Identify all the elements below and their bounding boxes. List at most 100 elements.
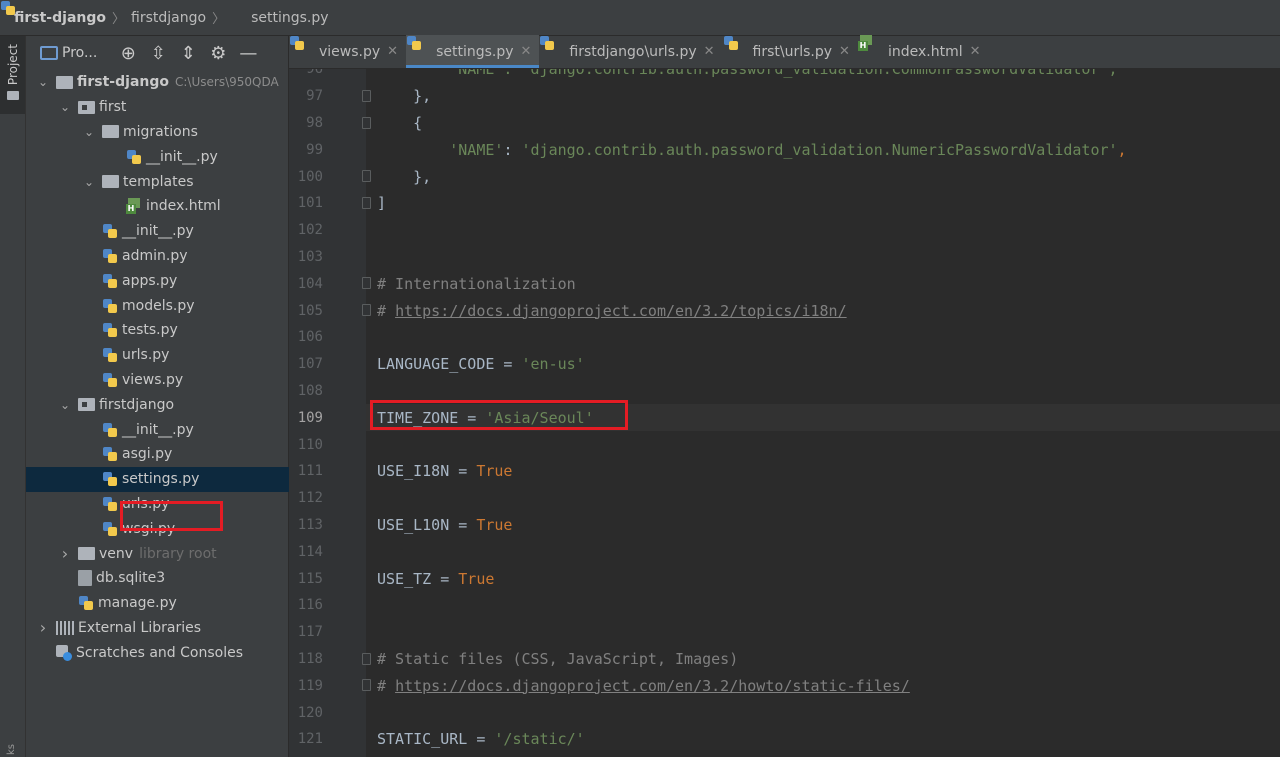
tree-item[interactable]: ⌄ firstdjango	[26, 392, 289, 417]
breadcrumb-file[interactable]: settings.py	[231, 10, 328, 26]
tree-item[interactable]: urls.py	[26, 492, 289, 517]
code-editor[interactable]: 96 'NAME': 'django.contrib.auth.password…	[289, 69, 1280, 757]
editor-tab[interactable]: index.html ✕	[858, 35, 989, 68]
code-token: #	[377, 676, 396, 695]
code-line: 99 'NAME': 'django.contrib.auth.password…	[289, 136, 1280, 163]
tree-item[interactable]: settings.py	[26, 466, 289, 492]
code-line: 107 LANGUAGE_CODE = 'en-us'	[289, 351, 1280, 378]
tree-item[interactable]: models.py	[26, 293, 289, 318]
tree-item[interactable]: ⌄ templates	[26, 169, 289, 194]
code-line: 114	[289, 538, 1280, 565]
chevron-down-icon[interactable]: ⌄	[36, 75, 50, 89]
fold-marker-icon[interactable]	[362, 652, 371, 665]
editor-tab[interactable]: settings.py ✕	[406, 35, 540, 68]
code-token: '/static/'	[494, 730, 585, 749]
tree-item-label: models.py	[122, 297, 195, 314]
python-file-icon	[126, 149, 142, 165]
close-icon[interactable]: ✕	[970, 44, 981, 59]
fold-marker-icon[interactable]	[362, 304, 371, 317]
tree-item[interactable]: index.html	[26, 194, 289, 219]
tree-item[interactable]: asgi.py	[26, 442, 289, 467]
fold-marker-icon[interactable]	[362, 277, 371, 290]
fold-marker-icon[interactable]	[362, 197, 371, 209]
fold-marker-icon[interactable]	[362, 170, 371, 183]
code-text: LANGUAGE_CODE = 'en-us'	[377, 355, 585, 373]
editor-tab[interactable]: firstdjango\urls.py ✕	[539, 35, 722, 68]
tree-item[interactable]: apps.py	[26, 268, 289, 293]
line-number: 114	[297, 543, 323, 560]
editor-tab-label: index.html	[887, 43, 963, 60]
tree-item[interactable]: ⌄ first	[26, 95, 289, 120]
code-token: {	[377, 113, 423, 132]
tree-item[interactable]: urls.py	[26, 343, 289, 368]
code-token: 'NAME': 'django.contrib.auth.password_va…	[377, 69, 1118, 79]
tree-item-hint: C:\Users\950QDA	[175, 75, 279, 90]
tree-item[interactable]: __init__.py	[26, 219, 289, 244]
project-tool-window-tab[interactable]: Project	[0, 36, 25, 114]
tree-item-label: wsgi.py	[122, 520, 176, 537]
tree-item[interactable]: Scratches and Consoles	[26, 640, 289, 665]
code-line: 97 },	[289, 83, 1280, 110]
close-icon[interactable]: ✕	[521, 44, 532, 59]
tree-item-label: __init__.py	[146, 148, 218, 165]
code-token[interactable]: https://docs.djangoproject.com/en/3.2/ho…	[395, 677, 910, 695]
tree-item[interactable]: wsgi.py	[26, 516, 289, 541]
fold-marker-icon[interactable]	[362, 679, 371, 692]
expand-all-icon[interactable]: ⇳	[143, 38, 173, 68]
tree-item[interactable]: › venv library root	[26, 541, 289, 566]
bookmarks-tab-label[interactable]: ks	[6, 744, 17, 755]
breadcrumb-project[interactable]: first-django	[14, 10, 106, 26]
folder-icon	[78, 398, 95, 412]
project-tree: ⌄ first-django C:\Users\950QDA ⌄ first ⌄ migra…	[26, 70, 289, 665]
tree-item-label: db.sqlite3	[96, 570, 166, 587]
folder-icon	[6, 91, 19, 101]
tree-item[interactable]: __init__.py	[26, 144, 289, 169]
code-token: # Internationalization	[377, 274, 576, 293]
chevron-right-icon[interactable]: ›	[36, 618, 50, 637]
gear-icon[interactable]: ⚙	[203, 38, 233, 68]
line-number: 109	[297, 409, 323, 426]
code-line: 118 # Static files (CSS, JavaScript, Imag…	[289, 646, 1280, 673]
chevron-down-icon[interactable]: ⌄	[58, 100, 72, 114]
chevron-down-icon[interactable]: ⌄	[82, 175, 96, 189]
tree-item[interactable]: manage.py	[26, 591, 289, 616]
chevron-right-icon[interactable]: ›	[58, 544, 72, 563]
tree-item[interactable]: ⌄ migrations	[26, 120, 289, 145]
html-file-icon	[868, 44, 884, 60]
line-number: 112	[297, 490, 323, 507]
code-token: 'django.contrib.auth.password_validation…	[521, 140, 1118, 159]
code-text: # https://docs.djangoproject.com/en/3.2/…	[377, 302, 847, 320]
chevron-down-icon[interactable]: ⌄	[82, 125, 96, 139]
close-icon[interactable]: ✕	[839, 44, 850, 59]
fold-marker-icon[interactable]	[362, 89, 371, 102]
project-view-selector[interactable]: Pro...	[62, 45, 97, 61]
line-number: 115	[297, 570, 323, 587]
tree-item[interactable]: views.py	[26, 368, 289, 393]
code-line: 103	[289, 244, 1280, 271]
breadcrumb-package[interactable]: firstdjango	[131, 10, 206, 26]
fold-marker-icon[interactable]	[362, 116, 371, 129]
code-token: 'NAME'	[449, 140, 504, 159]
close-icon[interactable]: ✕	[387, 44, 398, 59]
tree-item[interactable]: ⌄ first-django C:\Users\950QDA	[26, 70, 289, 95]
editor-tab[interactable]: views.py ✕	[289, 35, 406, 68]
tree-item-label: Scratches and Consoles	[76, 644, 243, 661]
close-icon[interactable]: ✕	[704, 44, 715, 59]
code-token[interactable]: https://docs.djangoproject.com/en/3.2/to…	[395, 302, 847, 320]
collapse-all-icon[interactable]: ⇕	[173, 38, 203, 68]
tree-item[interactable]: __init__.py	[26, 417, 289, 442]
tree-item[interactable]: admin.py	[26, 244, 289, 269]
tree-item[interactable]: tests.py	[26, 318, 289, 343]
chevron-down-icon[interactable]: ⌄	[58, 398, 72, 412]
tree-item[interactable]: › External Libraries	[26, 616, 289, 641]
tree-item-label: admin.py	[122, 247, 188, 264]
tree-item[interactable]: db.sqlite3	[26, 566, 289, 591]
hide-panel-icon[interactable]: —	[233, 38, 263, 68]
select-opened-file-icon[interactable]: ⊕	[113, 38, 143, 68]
code-line: 117	[289, 619, 1280, 646]
code-token: USE_I18N =	[377, 462, 477, 481]
editor-tab[interactable]: first\urls.py ✕	[723, 35, 858, 68]
code-line: 106	[289, 324, 1280, 351]
tree-item-label: manage.py	[98, 595, 177, 612]
